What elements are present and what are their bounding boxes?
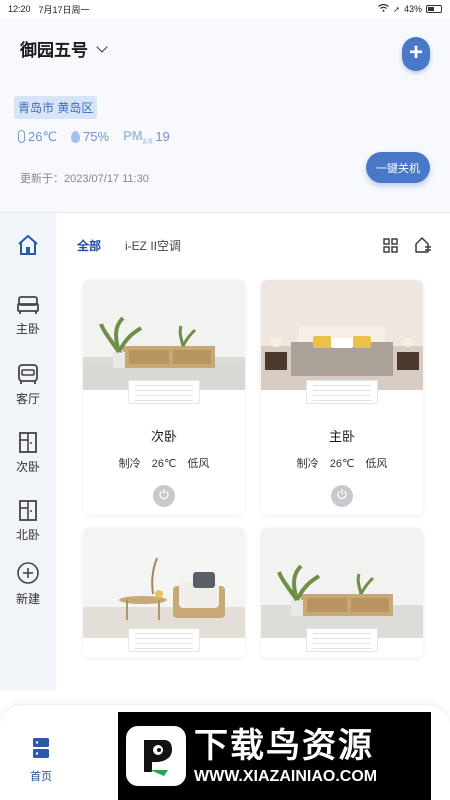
room-card-living-room[interactable] xyxy=(83,528,245,658)
humidity-value: 75% xyxy=(83,129,110,145)
room-image xyxy=(83,528,245,652)
filter-tabs: 全部 i-EZ II空调 xyxy=(77,237,181,254)
status-time: 12:20 xyxy=(8,4,31,14)
weather-row: 26℃ 75% PM2.5 19 xyxy=(18,128,170,146)
watermark-text: 下载鸟资源 WWW.XIAZAINIAO.COM xyxy=(194,726,377,786)
home-nav-icon xyxy=(32,737,50,768)
bird-logo-icon xyxy=(126,726,186,786)
home-icon xyxy=(16,233,40,262)
humidity-item: 75% xyxy=(71,129,109,144)
power-icon xyxy=(336,487,348,505)
pm-label: PM2.5 xyxy=(123,128,153,146)
sidebar-item-label: 北卧 xyxy=(15,528,40,542)
room-sidebar: 主卧 客厅 次卧 北卧 新建 xyxy=(0,213,56,690)
ac-fan: 低风 xyxy=(365,458,388,470)
nav-home[interactable]: 首页 xyxy=(30,737,52,784)
room-image xyxy=(261,528,423,652)
room-card-second-bedroom[interactable]: 次卧 制冷 26℃ 低风 xyxy=(83,280,245,515)
wifi-icon xyxy=(378,3,390,14)
ac-mode: 制冷 xyxy=(296,458,319,470)
sofa-icon xyxy=(17,363,39,390)
room-card-master-bedroom[interactable]: 主卧 制冷 26℃ 低风 xyxy=(261,280,423,515)
sidebar-item-second-bedroom[interactable]: 次卧 xyxy=(0,431,56,475)
ac-vent xyxy=(306,380,378,404)
status-bar: 12:20 7月17日周一 ➚ 43% xyxy=(0,0,450,18)
battery-text: 43% xyxy=(403,4,422,14)
updated-time: 更新于：2023/07/17 11:30 xyxy=(20,173,149,185)
sidebar-item-label: 次卧 xyxy=(15,460,40,474)
ac-vent xyxy=(128,628,200,652)
status-right: ➚ 43% xyxy=(378,3,442,14)
tab-device-model[interactable]: i-EZ II空调 xyxy=(125,237,181,254)
chevron-down-icon xyxy=(96,40,108,53)
sidebar-item-label: 主卧 xyxy=(15,322,40,336)
door-icon xyxy=(17,499,39,526)
room-name: 次卧 xyxy=(150,429,177,444)
ac-temp: 26℃ xyxy=(329,458,355,470)
add-circle-icon xyxy=(16,561,40,590)
tab-all[interactable]: 全部 xyxy=(77,237,101,254)
sidebar-item-label: 新建 xyxy=(15,592,40,606)
nav-home-label: 首页 xyxy=(30,771,52,783)
room-status: 制冷 26℃ 低风 xyxy=(261,455,423,471)
sidebar-item-master-bedroom[interactable]: 主卧 xyxy=(0,295,56,337)
sidebar-item-north-bedroom[interactable]: 北卧 xyxy=(0,499,56,543)
ac-fan: 低风 xyxy=(187,458,210,470)
one-key-off-button[interactable]: 一键关机 xyxy=(366,152,430,183)
watermark-url: WWW.XIAZAINIAO.COM xyxy=(194,768,378,785)
room-image xyxy=(261,280,423,404)
room-status: 制冷 26℃ 低风 xyxy=(83,455,245,471)
power-button[interactable] xyxy=(331,485,353,507)
power-button[interactable] xyxy=(153,485,175,507)
watermark-banner: 下载鸟资源 WWW.XIAZAINIAO.COM xyxy=(118,712,431,800)
add-device-button[interactable]: + xyxy=(402,37,430,71)
droplet-icon xyxy=(71,130,81,143)
pm-item: PM2.5 19 xyxy=(123,128,170,146)
room-image xyxy=(83,280,245,404)
pm-value: 19 xyxy=(155,129,170,145)
bed-icon xyxy=(17,295,39,320)
header: 御园五号 + 青岛市 黄岛区 26℃ 75% PM2.5 19 更新于：2023… xyxy=(0,18,450,213)
temperature-item: 26℃ xyxy=(18,129,57,145)
room-list-icon[interactable] xyxy=(414,236,432,259)
temperature-value: 26℃ xyxy=(28,128,58,144)
grid-view-icon[interactable] xyxy=(383,238,398,258)
header-divider xyxy=(0,212,450,213)
ac-temp: 26℃ xyxy=(151,458,177,470)
room-name: 主卧 xyxy=(328,429,355,444)
sidebar-item-new-room[interactable]: 新建 xyxy=(0,561,56,607)
watermark-brand: 下载鸟资源 xyxy=(194,727,374,765)
home-name: 御园五号 xyxy=(20,41,88,60)
location-badge: 青岛市 黄岛区 xyxy=(14,96,98,119)
location-arrow-icon: ➚ xyxy=(393,4,400,14)
sidebar-item-living-room[interactable]: 客厅 xyxy=(0,363,56,407)
battery-icon xyxy=(426,5,442,13)
ac-mode: 制冷 xyxy=(118,458,141,470)
ac-vent xyxy=(128,380,200,404)
status-date: 7月17日周一 xyxy=(38,4,90,15)
sidebar-item-label: 客厅 xyxy=(15,392,40,406)
room-card-north-bedroom[interactable] xyxy=(261,528,423,658)
home-selector[interactable]: 御园五号 xyxy=(20,36,108,61)
door-icon xyxy=(17,431,39,458)
sidebar-item-home[interactable] xyxy=(0,233,56,262)
power-icon xyxy=(158,487,170,505)
ac-vent xyxy=(306,628,378,652)
thermometer-icon xyxy=(18,130,25,144)
